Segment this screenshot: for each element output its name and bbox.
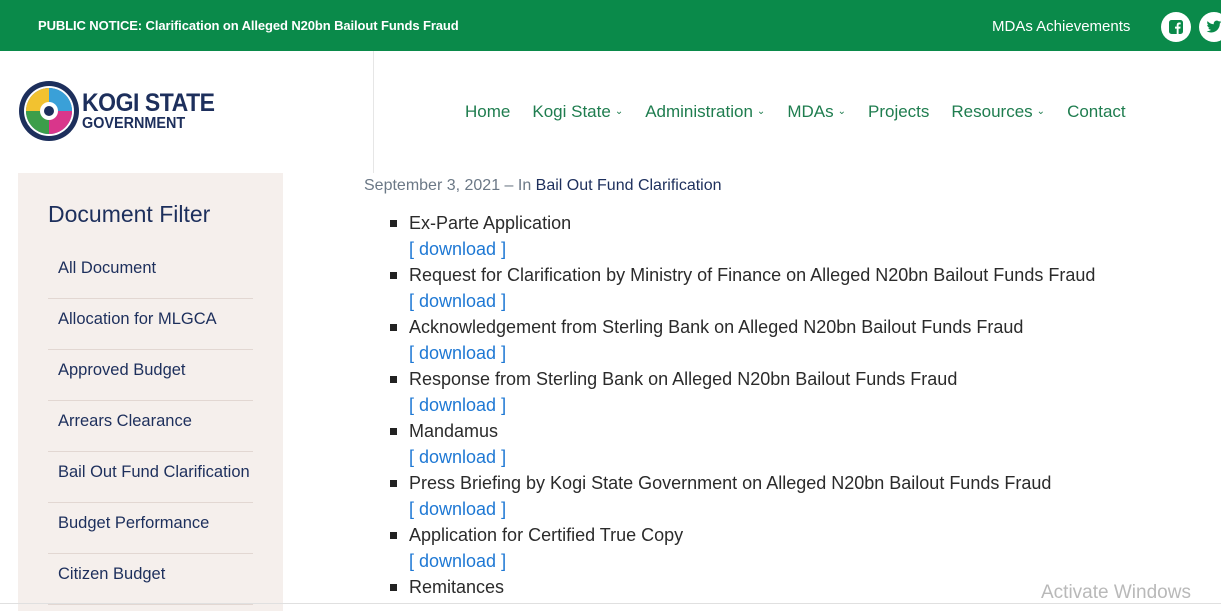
document-filter-sidebar: Document Filter All Document Allocation … [18, 173, 283, 611]
public-notice-link[interactable]: PUBLIC NOTICE: Clarification on Alleged … [38, 18, 459, 33]
download-link[interactable]: [ download ] [409, 341, 1150, 367]
filter-item-all-document[interactable]: All Document [48, 248, 253, 299]
main-nav: Home Kogi State ⌄ Administration ⌄ MDAs ⌄ P… [465, 102, 1126, 122]
download-link[interactable]: [ download ] [409, 289, 1150, 315]
logo-line2: GOVERNMENT [82, 114, 186, 132]
filter-list: All Document Allocation for MLGCA Approv… [48, 248, 253, 605]
download-link[interactable]: [ download ] [409, 445, 1150, 471]
header-divider [373, 51, 374, 173]
kogi-seal-icon [19, 81, 79, 141]
mdas-achievements-link[interactable]: MDAs Achievements [992, 18, 1130, 35]
post-meta: September 3, 2021 – In Bail Out Fund Cla… [364, 177, 722, 195]
twitter-button[interactable] [1199, 12, 1221, 42]
chevron-down-icon: ⌄ [614, 105, 624, 117]
document-title: Acknowledgement from Sterling Bank on Al… [409, 317, 1024, 337]
nav-kogi-state[interactable]: Kogi State ⌄ [532, 102, 623, 122]
sidebar-title: Document Filter [48, 201, 211, 227]
nav-projects[interactable]: Projects [868, 102, 929, 122]
document-title: Remitances [409, 577, 505, 597]
nav-mdas[interactable]: MDAs ⌄ [787, 102, 846, 122]
filter-item-arrears-clearance[interactable]: Arrears Clearance [48, 401, 253, 452]
list-item: Mandamus [ download ] [390, 419, 1150, 471]
document-title: Ex-Parte Application [409, 213, 572, 233]
nav-administration[interactable]: Administration ⌄ [645, 102, 765, 122]
nav-resources[interactable]: Resources ⌄ [951, 102, 1045, 122]
document-title: Request for Clarification by Ministry of… [409, 265, 1096, 285]
list-item: Ex-Parte Application [ download ] [390, 211, 1150, 263]
list-item: Acknowledgement from Sterling Bank on Al… [390, 315, 1150, 367]
download-link[interactable]: [ download ] [409, 549, 1150, 575]
bottom-edge [0, 603, 1221, 611]
nav-home-label: Home [465, 102, 511, 121]
download-link[interactable]: [ download ] [409, 393, 1150, 419]
nav-resources-label: Resources [951, 102, 1033, 121]
document-title: Mandamus [409, 421, 499, 441]
nav-kogi-state-label: Kogi State [532, 102, 611, 121]
filter-item-citizen-budget[interactable]: Citizen Budget [48, 554, 253, 605]
filter-item-approved-budget[interactable]: Approved Budget [48, 350, 253, 401]
chevron-down-icon: ⌄ [837, 105, 846, 117]
list-item: Application for Certified True Copy [ do… [390, 523, 1150, 575]
download-link[interactable]: [ download ] [409, 497, 1150, 523]
document-list: Ex-Parte Application [ download ] Reques… [390, 211, 1150, 601]
nav-projects-label: Projects [867, 102, 930, 121]
filter-item-allocation-mlgca[interactable]: Allocation for MLGCA [48, 299, 253, 350]
list-item: Press Briefing by Kogi State Government … [390, 471, 1150, 523]
filter-item-bail-out-fund[interactable]: Bail Out Fund Clarification [48, 452, 253, 503]
chevron-down-icon: ⌄ [756, 105, 766, 117]
kogi-logo[interactable]: KOGI STATE GOVERNMENT [18, 80, 226, 142]
download-link[interactable]: [ download ] [409, 237, 1150, 263]
facebook-button[interactable] [1161, 12, 1191, 42]
twitter-icon [1206, 20, 1221, 33]
post-date: September 3, 2021 [364, 177, 501, 194]
document-title: Press Briefing by Kogi State Government … [409, 473, 1052, 493]
list-item: Request for Clarification by Ministry of… [390, 263, 1150, 315]
nav-mdas-label: MDAs [787, 102, 834, 121]
list-item: Remitances [390, 575, 1150, 601]
document-title: Application for Certified True Copy [409, 525, 684, 545]
post-category-link[interactable]: Bail Out Fund Clarification [536, 177, 722, 194]
chevron-down-icon: ⌄ [1036, 105, 1046, 117]
list-item: Response from Sterling Bank on Alleged N… [390, 367, 1150, 419]
activate-windows-watermark: Activate Windows [1041, 582, 1191, 603]
nav-contact[interactable]: Contact [1067, 102, 1126, 122]
nav-home[interactable]: Home [465, 102, 510, 122]
logo-line1: KOGI STATE [82, 88, 215, 117]
filter-item-budget-performance[interactable]: Budget Performance [48, 503, 253, 554]
top-bar: PUBLIC NOTICE: Clarification on Alleged … [0, 0, 1221, 51]
facebook-icon [1169, 20, 1183, 34]
nav-administration-label: Administration [645, 102, 753, 121]
nav-contact-label: Contact [1067, 102, 1126, 121]
post-in-text: – In [500, 177, 536, 194]
document-title: Response from Sterling Bank on Alleged N… [409, 369, 958, 389]
